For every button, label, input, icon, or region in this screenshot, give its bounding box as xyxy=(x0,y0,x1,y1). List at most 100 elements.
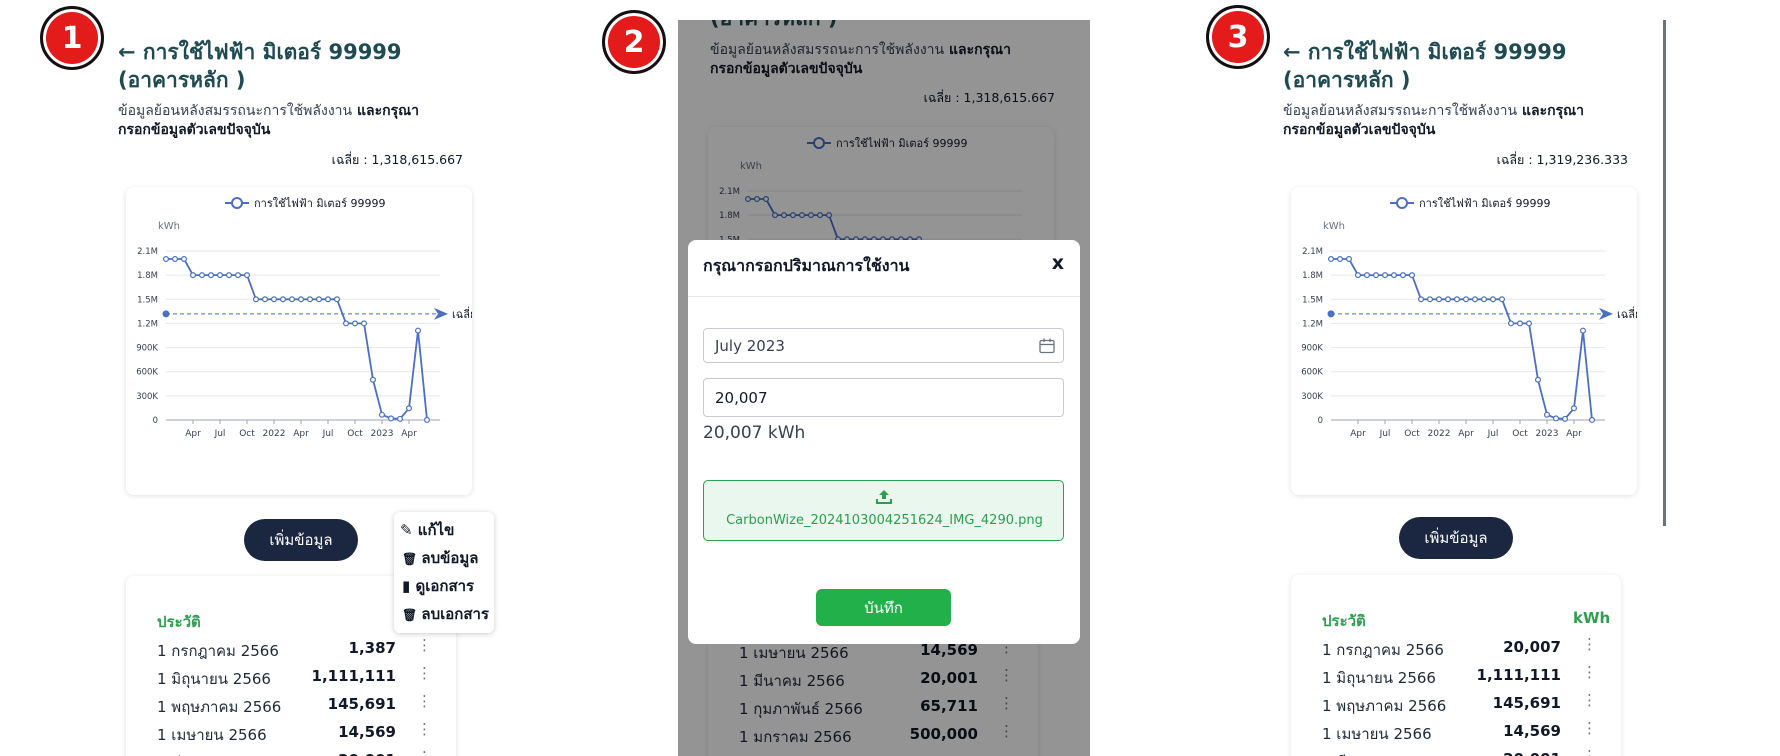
x-tick-label: 2023 xyxy=(371,429,394,439)
history-row-value: 14,569 xyxy=(338,723,396,741)
page-title-line2: (อาคารหลัก ) xyxy=(1283,68,1411,92)
kebab-menu-icon[interactable]: ⋮ xyxy=(417,748,432,756)
history-row-date: 1 มิถุนายน 2566 xyxy=(1322,669,1436,687)
data-point xyxy=(1363,272,1370,279)
kebab-menu-icon[interactable]: ⋮ xyxy=(1582,663,1597,681)
subtitle-bold-line2: กรอกข้อมูลตัวเลขปัจจุบัน xyxy=(118,122,271,138)
data-point xyxy=(252,296,259,303)
upload-box[interactable]: CarbonWize_2024103004251624_IMG_4290.png xyxy=(703,480,1064,541)
menu-view-doc[interactable]: ▮ ดูเอกสาร xyxy=(402,574,474,598)
menu-edit[interactable]: ✎ แก้ไข xyxy=(400,518,454,542)
data-point xyxy=(316,296,323,303)
x-tick-label: Apr xyxy=(293,429,309,439)
history-row: 1 กรกฎาคม 2566 20,007 ⋮ xyxy=(1291,633,1621,661)
month-picker[interactable]: July 2023 xyxy=(703,328,1064,363)
data-point xyxy=(198,272,205,279)
step-badge-1: 1 xyxy=(40,6,104,70)
x-tick-label: 2022 xyxy=(263,429,286,439)
history-row: 1 มีนาคม 2566 20,001 ⋮ xyxy=(126,746,456,756)
subtitle-bold: และกรุณา xyxy=(352,103,419,119)
document-icon: ▮ xyxy=(402,577,416,595)
history-row: 1 มิถุนายน 2566 1,111,111 ⋮ xyxy=(126,662,456,690)
chart-legend: การใช้ไฟฟ้า มิเตอร์ 99999 xyxy=(1390,197,1551,210)
y-tick-label: 1.2M xyxy=(137,319,158,329)
kebab-menu-icon[interactable]: ⋮ xyxy=(1582,691,1597,709)
page-title-line1: การใช้ไฟฟ้า มิเตอร์ 99999 xyxy=(1307,40,1567,64)
history-row: 1 กรกฎาคม 2566 1,387 ⋮ xyxy=(126,634,456,662)
amount-display: 20,007 kWh xyxy=(703,423,806,443)
y-tick-label: 2.1M xyxy=(137,247,158,257)
subtitle-normal: ข้อมูลย้อนหลังสมรรถนะการใช้พลังงาน xyxy=(118,103,353,119)
y-tick-label: 0 xyxy=(153,416,158,426)
history-row: 1 พฤษภาคม 2566 145,691 ⋮ xyxy=(126,690,456,718)
data-point xyxy=(1372,272,1379,279)
history-row-date: 1 มีนาคม 2566 xyxy=(157,751,263,756)
x-tick-label: Apr xyxy=(401,429,417,439)
y-tick-label: 1.5M xyxy=(137,295,158,305)
average-value: เฉลี่ย : 1,318,615.667 xyxy=(331,152,463,167)
kebab-menu-icon[interactable]: ⋮ xyxy=(417,692,432,710)
data-point xyxy=(216,272,223,279)
y-tick-label: 1.2M xyxy=(1302,319,1323,329)
kebab-menu-icon[interactable]: ⋮ xyxy=(1582,635,1597,653)
data-point xyxy=(1535,376,1542,383)
menu-edit-label: แก้ไข xyxy=(417,521,455,539)
data-point xyxy=(1472,296,1479,303)
x-tick-label: Oct xyxy=(239,429,255,439)
data-point xyxy=(243,272,250,279)
x-tick-label: Apr xyxy=(1458,429,1474,439)
history-row-date: 1 มิถุนายน 2566 xyxy=(157,670,271,688)
history-row: 1 พฤษภาคม 2566 145,691 ⋮ xyxy=(1291,689,1621,717)
y-tick-label: 900K xyxy=(1301,344,1323,354)
data-point xyxy=(1580,327,1587,334)
x-tick-label: Apr xyxy=(1566,429,1582,439)
history-title: ประวัติ xyxy=(157,613,201,631)
y-tick-label: 1.5M xyxy=(1302,295,1323,305)
history-row: 1 เมษายน 2566 14,569 ⋮ xyxy=(1291,717,1621,745)
save-button[interactable]: บันทึก xyxy=(816,589,951,626)
y-tick-label: 900K xyxy=(136,344,158,354)
data-point xyxy=(1553,415,1560,422)
x-tick-label: 2023 xyxy=(1536,429,1559,439)
kebab-menu-icon[interactable]: ⋮ xyxy=(417,664,432,682)
data-point xyxy=(1571,405,1578,412)
scrollbar[interactable] xyxy=(1663,20,1666,526)
menu-delete-doc[interactable]: 🗑 ลบเอกสาร xyxy=(402,602,489,626)
data-point xyxy=(225,272,232,279)
back-arrow-icon[interactable]: ← xyxy=(118,40,143,64)
data-point xyxy=(1427,296,1434,303)
modal-title: กรุณากรอกปริมาณการใช้งาน xyxy=(703,256,910,275)
data-point xyxy=(424,416,431,423)
data-point xyxy=(1454,296,1461,303)
y-axis-unit: kWh xyxy=(1323,221,1345,232)
data-point xyxy=(189,272,196,279)
data-point xyxy=(1381,272,1388,279)
history-card: ประวัติ kWh 1 กรกฎาคม 2566 20,007 ⋮ 1 มิถุน… xyxy=(1291,575,1621,756)
data-point xyxy=(352,320,359,327)
close-icon[interactable]: x xyxy=(1052,252,1064,274)
y-tick-label: 600K xyxy=(136,368,158,378)
history-row-value: 20,001 xyxy=(1503,750,1561,756)
data-point xyxy=(1499,296,1506,303)
pencil-icon: ✎ xyxy=(400,521,418,539)
data-point xyxy=(1508,320,1515,327)
x-tick-label: 2022 xyxy=(1428,429,1451,439)
kebab-menu-icon[interactable]: ⋮ xyxy=(1582,719,1597,737)
add-data-button[interactable]: เพิ่มข้อมูล xyxy=(244,519,358,561)
x-tick-label: Apr xyxy=(1350,429,1366,439)
data-point xyxy=(1336,256,1343,263)
data-point xyxy=(1436,296,1443,303)
kebab-menu-icon[interactable]: ⋮ xyxy=(1582,747,1597,756)
kebab-menu-icon[interactable]: ⋮ xyxy=(417,720,432,738)
page-title: ← การใช้ไฟฟ้า มิเตอร์ 99999 (อาคารหลัก ) xyxy=(1283,38,1703,94)
history-row-date: 1 เมษายน 2566 xyxy=(157,726,267,744)
menu-delete[interactable]: 🗑 ลบข้อมูล xyxy=(402,546,478,570)
data-point xyxy=(289,296,296,303)
back-arrow-icon[interactable]: ← xyxy=(1283,40,1308,64)
legend-label: การใช้ไฟฟ้า มิเตอร์ 99999 xyxy=(254,197,386,210)
add-data-button[interactable]: เพิ่มข้อมูล xyxy=(1399,517,1513,559)
amount-input[interactable]: 20,007 xyxy=(703,378,1064,417)
history-row-value: 1,111,111 xyxy=(1476,666,1561,684)
kebab-menu-icon[interactable]: ⋮ xyxy=(417,636,432,654)
data-point xyxy=(325,296,332,303)
